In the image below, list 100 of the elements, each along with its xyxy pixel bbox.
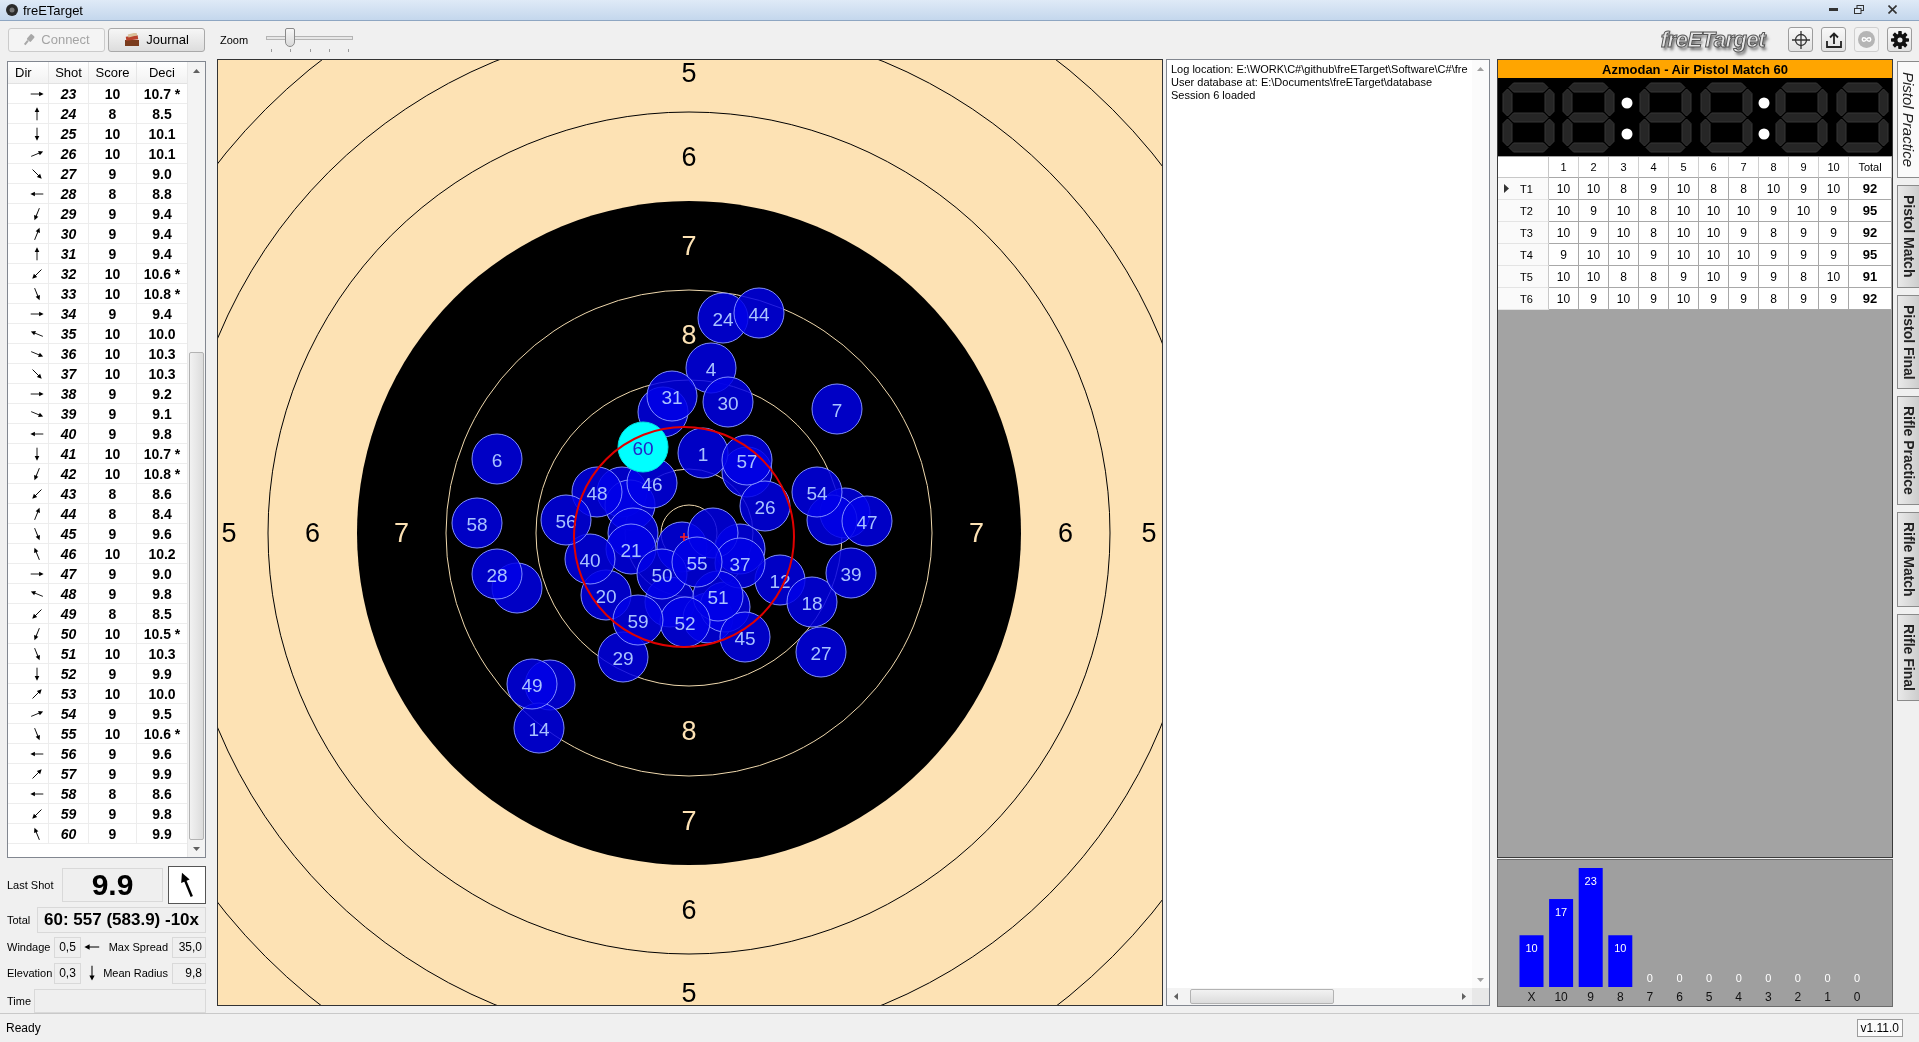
table-cell: 9 bbox=[1729, 222, 1759, 244]
windage-field: 0,5 bbox=[54, 936, 81, 958]
table-cell: 10 bbox=[89, 464, 137, 483]
table-cell: 8 bbox=[89, 604, 137, 623]
table-cell: 9 bbox=[1819, 200, 1849, 222]
table-cell: 47 bbox=[49, 564, 89, 583]
restore-icon bbox=[1854, 4, 1864, 14]
shot-marker: 7 bbox=[811, 383, 863, 435]
category-label: 8 bbox=[1616, 990, 1624, 1004]
column-header: Shot bbox=[49, 62, 89, 83]
scroll-down-icon[interactable] bbox=[193, 846, 200, 851]
shot-marker: 57 bbox=[721, 434, 773, 486]
total-field: 60: 557 (583.9) -10x bbox=[37, 907, 206, 933]
category-label: 3 bbox=[1764, 990, 1772, 1004]
zoom-slider[interactable] bbox=[266, 26, 354, 53]
column-header: Dir bbox=[8, 62, 49, 83]
table-cell: 52 bbox=[49, 664, 89, 683]
row-header[interactable]: T6 bbox=[1498, 288, 1549, 310]
column-header: Total bbox=[1849, 157, 1892, 178]
row-header[interactable]: T3 bbox=[1498, 222, 1549, 244]
table-cell: 10 bbox=[1669, 222, 1699, 244]
ring-number: 7 bbox=[681, 805, 697, 836]
row-header[interactable]: T1 bbox=[1498, 178, 1549, 200]
table-cell: 9 bbox=[89, 564, 137, 583]
settings-button[interactable] bbox=[1887, 27, 1912, 52]
table-cell: 46 bbox=[49, 544, 89, 563]
table-cell: 60 bbox=[49, 824, 89, 843]
status-text: Ready bbox=[6, 1021, 41, 1035]
slider-thumb[interactable] bbox=[285, 27, 296, 47]
table-cell: 48 bbox=[49, 584, 89, 603]
histogram-bar bbox=[1608, 935, 1633, 987]
mode-tab[interactable]: Rifle Final bbox=[1897, 613, 1919, 701]
table-cell: 24 bbox=[49, 104, 89, 123]
scrollbar[interactable] bbox=[1167, 988, 1472, 1005]
shot-marker: 26 bbox=[739, 480, 791, 532]
bar-value-label: 0 bbox=[1854, 972, 1861, 984]
row-header[interactable]: T5 bbox=[1498, 266, 1549, 288]
table-cell: 10 bbox=[1609, 222, 1639, 244]
column-header: 1 bbox=[1549, 157, 1579, 178]
scroll-left-icon[interactable] bbox=[1173, 993, 1178, 1000]
table-cell: 10 bbox=[1729, 244, 1759, 266]
row-header[interactable]: T4 bbox=[1498, 244, 1549, 266]
scroll-up-icon[interactable] bbox=[193, 68, 200, 73]
table-cell: 8 bbox=[1639, 200, 1669, 222]
mean-radius-field: 9,8 bbox=[172, 962, 206, 984]
crosshair-button[interactable] bbox=[1788, 27, 1813, 52]
minimize-icon bbox=[1828, 7, 1838, 11]
upload-button[interactable] bbox=[1821, 27, 1846, 52]
column-header: 2 bbox=[1579, 157, 1609, 178]
table-cell: 9 bbox=[1579, 222, 1609, 244]
ring-number: 7 bbox=[681, 230, 697, 261]
table-cell: 10 bbox=[1789, 200, 1819, 222]
shot-marker: 40 bbox=[564, 533, 616, 585]
column-header: 7 bbox=[1729, 157, 1759, 178]
table-cell: 10 bbox=[89, 144, 137, 163]
scrollbar[interactable] bbox=[187, 62, 205, 857]
table-cell: 8 bbox=[89, 184, 137, 203]
table-cell: 54 bbox=[49, 704, 89, 723]
stat-label: Last Shot bbox=[7, 879, 55, 891]
table-cell: 58 bbox=[49, 784, 89, 803]
table-cell: 9 bbox=[89, 224, 137, 243]
table-cell: 10 bbox=[1819, 178, 1849, 200]
row-label: T6 bbox=[1520, 292, 1533, 305]
bar-value-label: 0 bbox=[1794, 972, 1801, 984]
table-cell: 8 bbox=[1789, 266, 1819, 288]
table-cell: 10 bbox=[89, 644, 137, 663]
scrollbar-thumb[interactable] bbox=[189, 352, 204, 840]
shot-marker: 30 bbox=[702, 376, 754, 428]
row-pointer-icon bbox=[1504, 184, 1509, 193]
table-cell: 9 bbox=[1579, 200, 1609, 222]
column-header: 5 bbox=[1669, 157, 1699, 178]
mode-tab[interactable]: Rifle Practice bbox=[1897, 396, 1919, 505]
category-label: 6 bbox=[1676, 990, 1683, 1004]
table-cell: 10 bbox=[1579, 266, 1609, 288]
log-line: User database at: E:\Documents\freETarget\database bbox=[1171, 76, 1434, 89]
table-cell: 9 bbox=[89, 764, 137, 783]
scrollbar-thumb[interactable] bbox=[1190, 989, 1334, 1004]
table-cell: 8 bbox=[1759, 288, 1789, 310]
mode-tab[interactable]: Pistol Final bbox=[1897, 294, 1919, 390]
table-cell: 34 bbox=[49, 304, 89, 323]
journal-button[interactable]: Journal bbox=[108, 27, 205, 52]
table-cell: 9 bbox=[89, 664, 137, 683]
table-cell: 10 bbox=[1609, 200, 1639, 222]
stat-label: Time bbox=[7, 994, 33, 1007]
table-cell: 10 bbox=[1549, 288, 1579, 310]
table-cell: 10 bbox=[1699, 200, 1729, 222]
elevation-field: 0,3 bbox=[54, 962, 81, 984]
row-header[interactable]: T2 bbox=[1498, 200, 1549, 222]
mode-tab[interactable]: Rifle Match bbox=[1897, 511, 1919, 607]
mode-tab[interactable]: Pistol Match bbox=[1897, 185, 1919, 288]
table-cell: 9 bbox=[89, 744, 137, 763]
table-cell: 9 bbox=[1639, 244, 1669, 266]
max-spread-field: 35,0 bbox=[172, 936, 206, 958]
mode-tab[interactable]: Pistol Practice bbox=[1897, 61, 1919, 179]
table-cell: 44 bbox=[49, 504, 89, 523]
scroll-right-icon[interactable] bbox=[1461, 993, 1466, 1000]
table-cell: 9 bbox=[89, 704, 137, 723]
infinity-icon bbox=[1858, 31, 1875, 48]
table-cell: 10 bbox=[89, 364, 137, 383]
table-cell: 10 bbox=[1549, 200, 1579, 222]
